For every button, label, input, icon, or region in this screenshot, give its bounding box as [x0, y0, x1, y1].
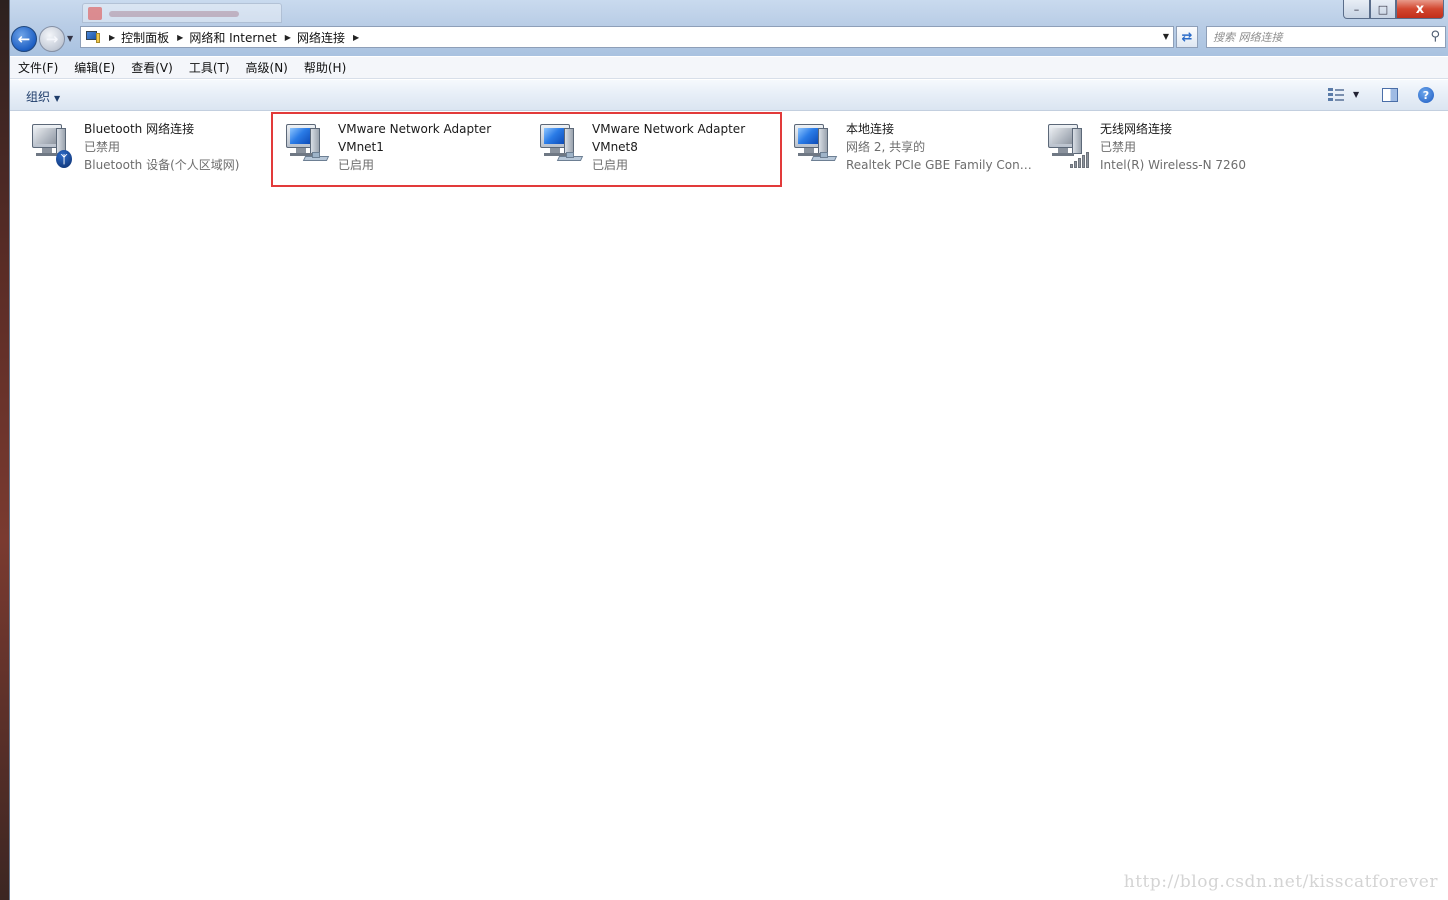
- local-area-connection-icon: [792, 122, 838, 168]
- menu-file[interactable]: 文件(F): [18, 59, 58, 76]
- signal-bars-icon: [1070, 152, 1092, 168]
- arrow-left-icon: ←: [17, 30, 31, 48]
- menu-help[interactable]: 帮助(H): [304, 59, 346, 76]
- view-options-dropdown-icon[interactable]: ▼: [1353, 90, 1359, 99]
- connection-status: 网络 2, 共享的: [846, 140, 926, 154]
- explorer-window: – □ x ← → ▼ ▶ 控制面板 ▶ 网络和 Internet ▶ 网络连接…: [9, 0, 1448, 900]
- breadcrumb-chevron-icon[interactable]: ▶: [109, 33, 115, 42]
- desktop-background-edge: [0, 0, 9, 900]
- menu-advanced[interactable]: 高级(N): [246, 59, 288, 76]
- back-button[interactable]: ←: [11, 26, 37, 52]
- connection-name: 无线网络连接: [1100, 122, 1173, 136]
- watermark-text: http://blog.csdn.net/kisscatforever: [1123, 872, 1438, 892]
- minimize-button[interactable]: –: [1343, 0, 1370, 19]
- refresh-button[interactable]: ⇄: [1176, 26, 1198, 48]
- forward-button[interactable]: →: [39, 26, 65, 52]
- connection-item-bluetooth[interactable]: ᛉ Bluetooth 网络连接 已禁用 Bluetooth 设备(个人区域网): [24, 120, 274, 182]
- preview-pane-icon[interactable]: [1382, 88, 1398, 102]
- breadcrumb-chevron-icon[interactable]: ▶: [177, 33, 183, 42]
- title-bar: – □ x ← → ▼ ▶ 控制面板 ▶ 网络和 Internet ▶ 网络连接…: [10, 0, 1448, 56]
- breadcrumb-chevron-icon[interactable]: ▶: [353, 33, 359, 42]
- refresh-icon: ⇄: [1181, 29, 1193, 45]
- menu-bar: 文件(F) 编辑(E) 查看(V) 工具(T) 高级(N) 帮助(H): [10, 57, 1448, 79]
- background-taskbar-tab: [82, 3, 282, 23]
- breadcrumb-control-panel[interactable]: 控制面板: [121, 29, 169, 46]
- search-input[interactable]: [1213, 30, 1413, 44]
- connection-name: Bluetooth 网络连接: [84, 122, 195, 136]
- help-icon[interactable]: ?: [1418, 87, 1434, 103]
- change-view-icon[interactable]: [1328, 88, 1344, 102]
- bluetooth-icon: ᛉ: [56, 150, 72, 168]
- bluetooth-network-icon: ᛉ: [30, 122, 74, 168]
- address-dropdown-icon[interactable]: ▼: [1163, 32, 1169, 41]
- connection-item-local[interactable]: 本地连接 网络 2, 共享的 Realtek PCIe GBE Family C…: [786, 120, 1036, 182]
- breadcrumb-network-internet[interactable]: 网络和 Internet: [189, 29, 276, 46]
- menu-edit[interactable]: 编辑(E): [74, 59, 115, 76]
- search-icon[interactable]: ⚲: [1430, 29, 1440, 44]
- recent-pages-dropdown[interactable]: ▼: [67, 34, 73, 43]
- command-bar: 组织 ▼ ▼ ?: [10, 80, 1448, 111]
- connection-name: 本地连接: [846, 122, 895, 136]
- search-box[interactable]: ⚲: [1206, 26, 1446, 48]
- connection-item-wireless[interactable]: 无线网络连接 已禁用 Intel(R) Wireless-N 7260: [1040, 120, 1290, 182]
- connections-list: ᛉ Bluetooth 网络连接 已禁用 Bluetooth 设备(个人区域网)…: [10, 112, 1448, 900]
- organize-label: 组织: [26, 90, 51, 104]
- breadcrumb-network-connections[interactable]: 网络连接: [297, 29, 345, 46]
- close-button[interactable]: x: [1396, 0, 1444, 19]
- highlight-annotation-box: [271, 112, 782, 187]
- arrow-right-icon: →: [45, 30, 59, 48]
- chevron-down-icon: ▼: [54, 94, 61, 103]
- control-panel-icon: [85, 30, 101, 44]
- organize-button[interactable]: 组织 ▼: [26, 88, 60, 105]
- connection-device: Intel(R) Wireless-N 7260: [1100, 158, 1246, 172]
- menu-tools[interactable]: 工具(T): [189, 59, 230, 76]
- wireless-network-icon: [1046, 122, 1090, 168]
- connection-device: Realtek PCIe GBE Family Contr...: [846, 158, 1036, 172]
- connection-status: 已禁用: [84, 140, 121, 154]
- network-cable-icon: [810, 152, 838, 164]
- address-bar[interactable]: ▶ 控制面板 ▶ 网络和 Internet ▶ 网络连接 ▶ ▼: [80, 26, 1174, 48]
- connection-device: Bluetooth 设备(个人区域网): [84, 158, 240, 172]
- menu-view[interactable]: 查看(V): [131, 59, 173, 76]
- connection-status: 已禁用: [1100, 140, 1137, 154]
- maximize-button[interactable]: □: [1370, 0, 1396, 19]
- breadcrumb-chevron-icon[interactable]: ▶: [285, 33, 291, 42]
